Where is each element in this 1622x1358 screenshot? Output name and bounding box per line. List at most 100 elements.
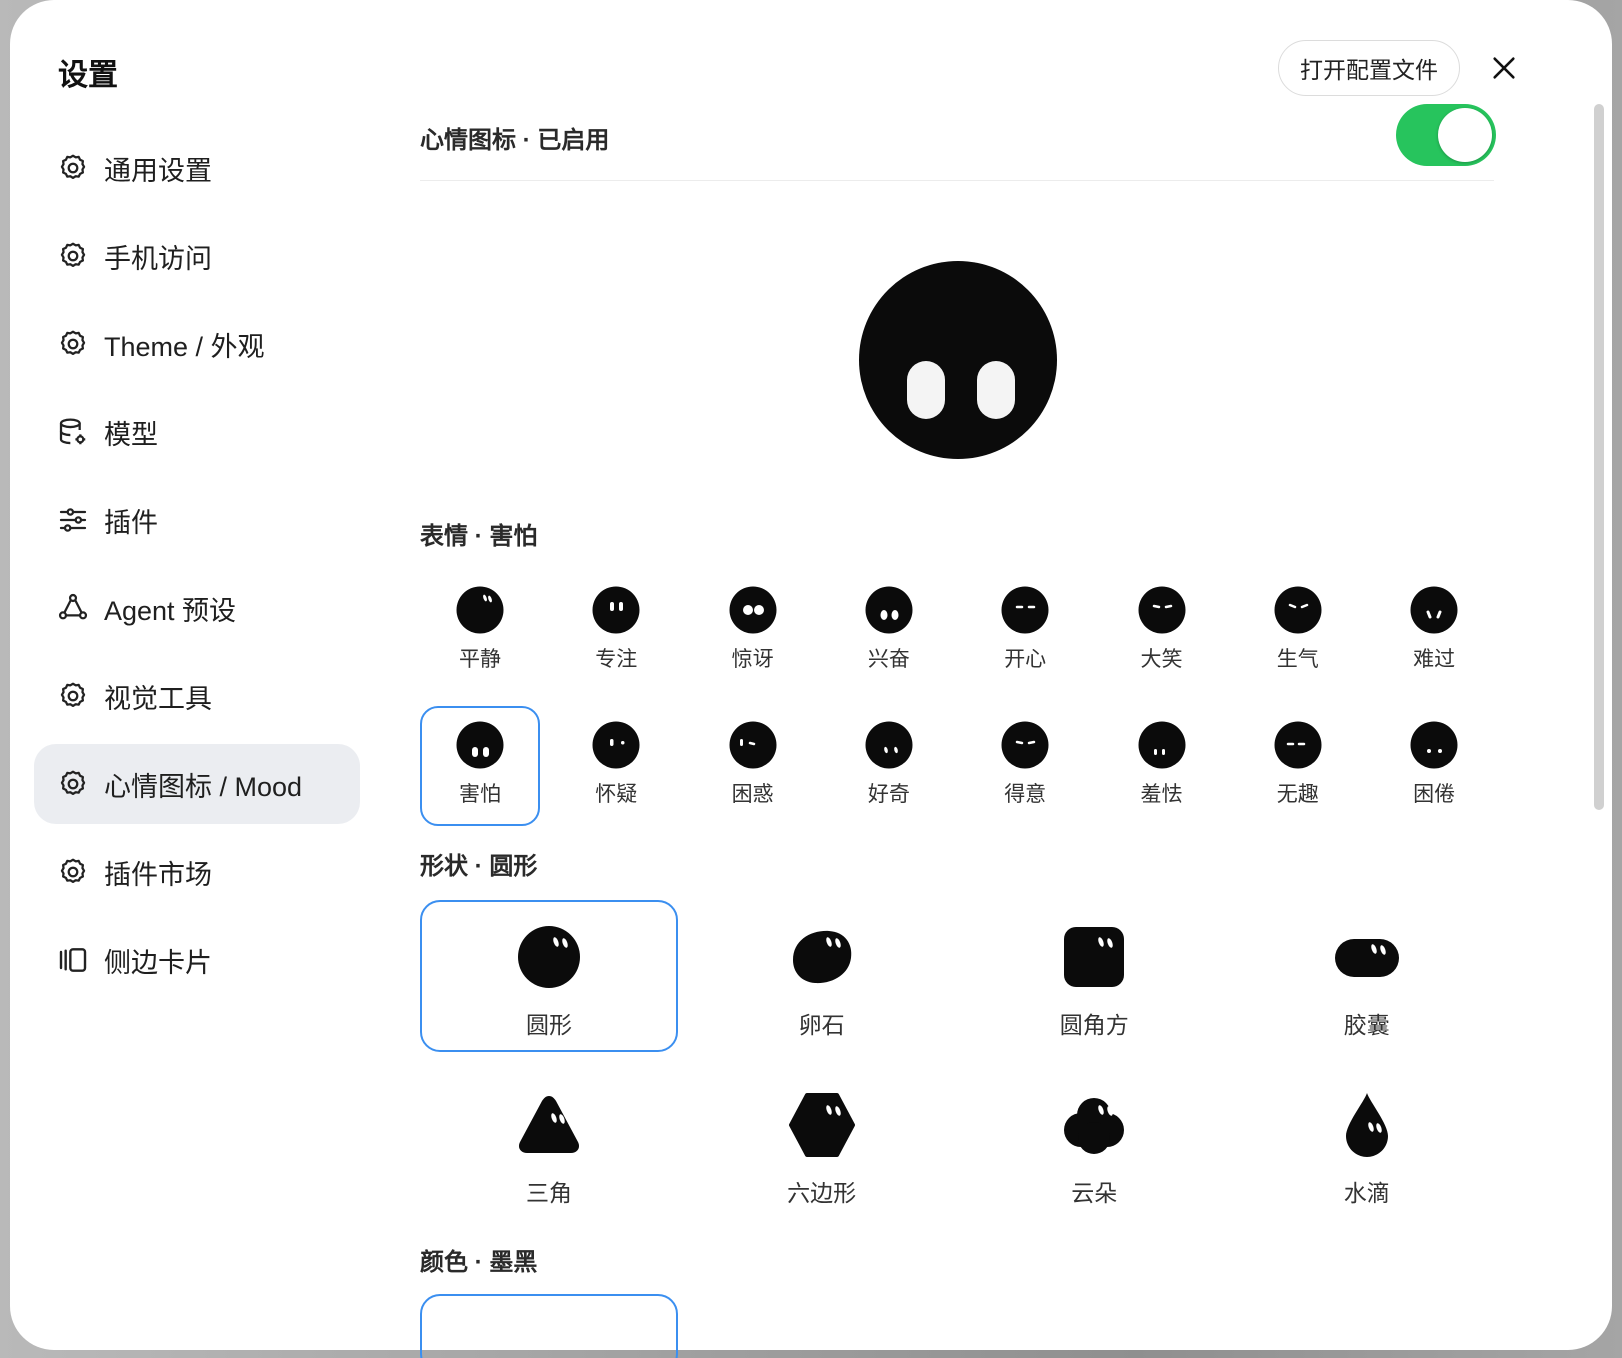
expression-face-icon (1410, 721, 1458, 769)
expression-option[interactable]: 害怕 (420, 706, 540, 826)
expression-label: 开心 (1004, 648, 1047, 671)
expression-label: 专注 (595, 648, 638, 671)
sidebar-item-plugin-market[interactable]: 插件市场 (34, 832, 360, 912)
water-drop-shape-icon (1345, 1093, 1388, 1157)
shape-label: 圆形 (526, 1012, 572, 1038)
shape-option[interactable]: 云朵 (965, 1068, 1223, 1220)
expression-label: 好奇 (867, 783, 910, 806)
expression-label: 难过 (1413, 648, 1456, 671)
expression-face-icon (1001, 721, 1049, 769)
sidebar-item-label: 手机访问 (104, 243, 212, 274)
side-card-icon (56, 943, 90, 977)
shape-option[interactable]: 胶囊 (1238, 900, 1496, 1052)
expression-face-icon (729, 586, 777, 634)
sidebar-item-theme[interactable]: Theme / 外观 (34, 304, 360, 384)
expression-option[interactable]: 开心 (965, 571, 1085, 691)
mood-enable-title: 心情图标 · 已启用 (420, 127, 610, 154)
rounded-square-shape-icon (1064, 927, 1125, 987)
shape-option[interactable]: 圆角方 (965, 900, 1223, 1052)
shape-label: 圆角方 (1059, 1012, 1129, 1038)
expression-label: 兴奋 (867, 648, 910, 671)
gear-icon (56, 767, 90, 801)
color-option-selected[interactable] (420, 1294, 678, 1358)
toggle-knob (1438, 108, 1492, 162)
expression-option[interactable]: 难过 (1374, 571, 1494, 691)
expression-label: 羞怯 (1140, 783, 1183, 806)
expression-label: 平静 (459, 648, 501, 671)
sidebar-nav: 通用设置 手机访问 Theme / 外观 模型 插件 Agent 预设 视觉工具… (34, 128, 360, 1008)
expression-label: 大笑 (1140, 648, 1183, 671)
expression-title: 表情 · 害怕 (420, 523, 538, 550)
sliders-icon (56, 503, 90, 537)
sidebar-item-label: 插件 (104, 507, 158, 538)
shape-label: 云朵 (1071, 1180, 1118, 1206)
expression-option[interactable]: 专注 (556, 571, 676, 691)
expression-option[interactable]: 平静 (420, 571, 540, 691)
sidebar-item-vision-tools[interactable]: 视觉工具 (34, 656, 360, 736)
sidebar-item-agent-presets[interactable]: Agent 预设 (34, 568, 360, 648)
shape-label: 三角 (526, 1180, 572, 1206)
sidebar-item-label: 视觉工具 (104, 683, 212, 714)
sidebar-item-mood[interactable]: 心情图标 / Mood (34, 744, 360, 824)
mood-enable-toggle[interactable] (1396, 104, 1496, 166)
triangle-shape-icon (518, 1096, 580, 1153)
shape-option[interactable]: 六边形 (693, 1068, 951, 1220)
sidebar-item-mobile-access[interactable]: 手机访问 (34, 216, 360, 296)
expression-option[interactable]: 兴奋 (829, 571, 949, 691)
expression-option[interactable]: 困倦 (1374, 706, 1494, 826)
sidebar-item-label: 模型 (104, 419, 158, 450)
dialog-title: 设置 (58, 59, 118, 92)
sidebar: 设置 通用设置 手机访问 Theme / 外观 模型 插件 Agent 预设 视… (10, 0, 390, 1350)
expression-option[interactable]: 惊讶 (693, 571, 813, 691)
sidebar-item-label: 通用设置 (104, 155, 212, 186)
agent-network-icon (56, 591, 90, 625)
expression-label: 害怕 (459, 783, 501, 806)
shape-label: 卵石 (798, 1012, 845, 1038)
gear-icon (56, 239, 90, 273)
gear-icon (56, 855, 90, 889)
sidebar-item-general[interactable]: 通用设置 (34, 128, 360, 208)
expression-option[interactable]: 困惑 (693, 706, 813, 826)
expression-option[interactable]: 羞怯 (1102, 706, 1222, 826)
hexagon-shape-icon (788, 1093, 855, 1157)
expression-label: 怀疑 (595, 783, 638, 806)
scrollbar[interactable] (1594, 104, 1604, 810)
shape-label: 胶囊 (1343, 1012, 1390, 1038)
shape-option[interactable]: 三角 (420, 1068, 678, 1220)
expression-face-icon (1001, 586, 1049, 634)
expression-face-icon (1138, 586, 1185, 634)
shape-option[interactable]: 水滴 (1238, 1068, 1496, 1220)
close-icon[interactable] (1484, 48, 1524, 88)
gear-icon (56, 327, 90, 361)
sidebar-item-side-cards[interactable]: 侧边卡片 (34, 920, 360, 1000)
expression-option[interactable]: 无趣 (1238, 706, 1358, 826)
expression-option[interactable]: 怀疑 (556, 706, 676, 826)
expression-face-icon (865, 721, 913, 769)
mood-preview-face (859, 261, 1057, 459)
expression-option[interactable]: 大笑 (1102, 571, 1222, 691)
expression-label: 惊讶 (731, 648, 774, 671)
expression-face-icon (865, 586, 913, 634)
expression-face-icon (592, 721, 640, 769)
expression-face-icon (1410, 586, 1458, 634)
expression-option[interactable]: 生气 (1238, 571, 1358, 691)
sidebar-item-label: 插件市场 (104, 859, 212, 890)
sidebar-item-models[interactable]: 模型 (34, 392, 360, 472)
expression-face-icon (456, 586, 504, 634)
cloud-shape-icon (1064, 1098, 1125, 1154)
sidebar-item-plugins[interactable]: 插件 (34, 480, 360, 560)
shape-option[interactable]: 圆形 (420, 900, 678, 1052)
open-config-file-button[interactable]: 打开配置文件 (1278, 40, 1460, 96)
expression-label: 生气 (1276, 648, 1319, 671)
expression-option[interactable]: 好奇 (829, 706, 949, 826)
expression-label: 困惑 (731, 783, 774, 806)
shape-title: 形状 · 圆形 (420, 853, 538, 880)
expression-face-icon (1274, 721, 1322, 769)
shape-option[interactable]: 卵石 (693, 900, 951, 1052)
capsule-shape-icon (1334, 939, 1399, 977)
expression-face-icon (592, 586, 640, 634)
database-gear-icon (56, 415, 90, 449)
circle-shape-icon (518, 926, 580, 988)
sidebar-item-label: 侧边卡片 (104, 947, 212, 978)
expression-option[interactable]: 得意 (965, 706, 1085, 826)
